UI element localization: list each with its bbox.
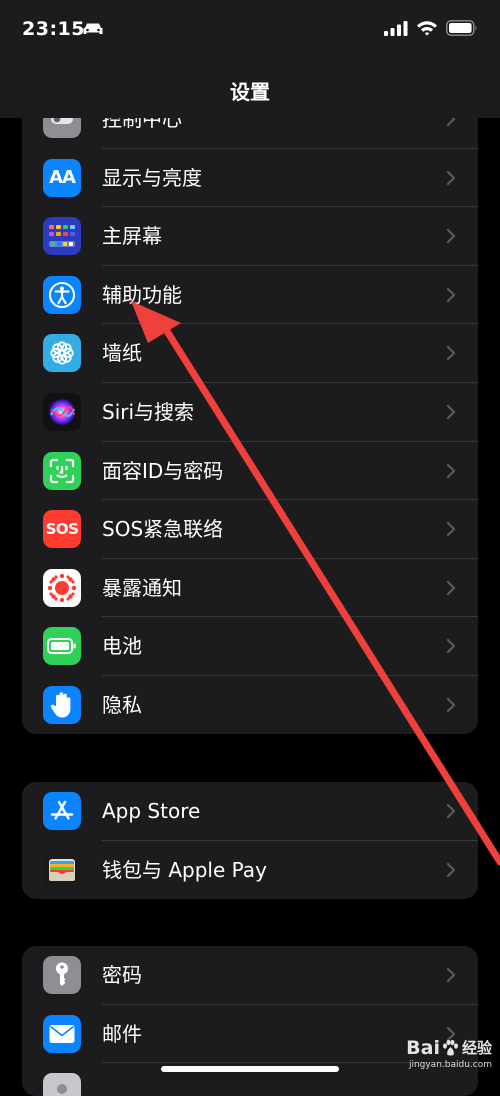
- wifi-icon: [417, 21, 437, 36]
- chevron-right-icon: [446, 803, 456, 819]
- settings-group-store-wallet: App Store 钱包与 Apple Pay: [22, 782, 478, 899]
- siri-icon: [43, 392, 81, 431]
- hand-privacy-icon: [43, 685, 81, 724]
- settings-row-label: 辅助功能: [102, 282, 182, 307]
- settings-group-general: 控制中心 AA 显示与亮度 主屏幕 辅助功能 墙纸 Siri与搜索 面容ID与密…: [22, 90, 478, 734]
- accessibility-icon: [43, 275, 81, 314]
- sos-icon-text: SOS: [45, 520, 79, 539]
- watermark-url: jingyan.baidu.com: [408, 1059, 492, 1070]
- settings-row-label: 隐私: [102, 692, 142, 717]
- settings-row-label: 钱包与 Apple Pay: [102, 857, 267, 882]
- chevron-right-icon: [446, 287, 456, 302]
- face-id-icon: [43, 451, 81, 490]
- paw-icon: [442, 1039, 458, 1055]
- settings-row-label: 墙纸: [102, 341, 142, 366]
- exposure-notification-icon: [43, 568, 81, 607]
- page-title: 设置: [230, 80, 270, 104]
- cellular-signal-icon: [384, 21, 408, 36]
- display-icon-letters: AA: [49, 167, 76, 189]
- settings-row-display-brightness[interactable]: AA 显示与亮度: [22, 149, 478, 208]
- chevron-right-icon: [446, 580, 456, 595]
- chevron-right-icon: [446, 639, 456, 654]
- chevron-right-icon: [446, 967, 456, 983]
- chevron-right-icon: [446, 522, 456, 537]
- home-indicator: [161, 1066, 339, 1072]
- chevron-right-icon: [446, 346, 456, 361]
- key-icon: [43, 956, 81, 994]
- car-icon: [83, 23, 103, 34]
- battery-icon: [446, 20, 477, 36]
- watermark-brand-right: 经验: [461, 1039, 492, 1057]
- wallpaper-icon: [43, 334, 81, 373]
- settings-row-label: App Store: [102, 799, 201, 823]
- status-time: 23:15: [22, 18, 85, 40]
- battery-settings-icon: [43, 627, 81, 666]
- settings-row-passwords[interactable]: 密码: [22, 946, 478, 1005]
- display-brightness-icon: AA: [43, 158, 81, 197]
- navigation-bar: 设置: [0, 60, 500, 118]
- status-bar: 23:15: [0, 0, 500, 60]
- settings-row-emergency-sos[interactable]: SOS SOS紧急联络: [22, 500, 478, 559]
- settings-row-label: 暴露通知: [102, 575, 182, 600]
- settings-row-label: SOS紧急联络: [102, 517, 224, 542]
- watermark-brand-left: Bai: [406, 1036, 440, 1059]
- mail-icon: [43, 1014, 81, 1053]
- settings-row-accessibility[interactable]: 辅助功能: [22, 266, 478, 325]
- settings-row-label: Siri与搜索: [102, 399, 195, 424]
- sos-icon: SOS: [43, 510, 81, 549]
- settings-row-label: 面容ID与密码: [102, 458, 224, 483]
- wallet-icon: [43, 850, 81, 889]
- settings-row-face-id-passcode[interactable]: 面容ID与密码: [22, 442, 478, 501]
- settings-row-app-store[interactable]: App Store: [22, 782, 478, 841]
- settings-row-battery[interactable]: 电池: [22, 617, 478, 676]
- baidu-jingyan-watermark: Bai 经验 jingyan.baidu.com: [400, 1028, 492, 1078]
- settings-row-label: 电池: [102, 634, 142, 659]
- settings-row-label: 邮件: [102, 1021, 142, 1046]
- chevron-right-icon: [446, 862, 456, 877]
- settings-row-wallet-apple-pay[interactable]: 钱包与 Apple Pay: [22, 841, 478, 899]
- chevron-right-icon: [446, 463, 456, 478]
- settings-row-wallpaper[interactable]: 墙纸: [22, 324, 478, 383]
- chevron-right-icon: [446, 170, 456, 185]
- settings-row-label: 显示与亮度: [102, 165, 202, 190]
- contacts-icon: [43, 1073, 81, 1096]
- chevron-right-icon: [446, 697, 456, 713]
- settings-row-label: 密码: [102, 963, 142, 987]
- app-store-icon: [43, 792, 81, 830]
- settings-row-home-screen[interactable]: 主屏幕: [22, 207, 478, 266]
- chevron-right-icon: [446, 229, 456, 244]
- settings-row-siri-search[interactable]: Siri与搜索: [22, 383, 478, 442]
- settings-row-label: 主屏幕: [102, 224, 162, 249]
- settings-row-privacy[interactable]: 隐私: [22, 676, 478, 734]
- chevron-right-icon: [446, 404, 456, 420]
- settings-row-exposure-notifications[interactable]: 暴露通知: [22, 559, 478, 618]
- home-screen-icon: [43, 217, 81, 256]
